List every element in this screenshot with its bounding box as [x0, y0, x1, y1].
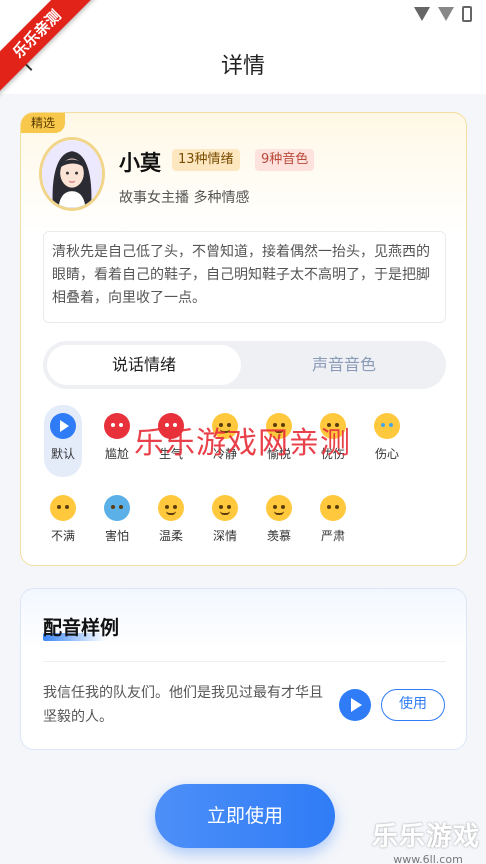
brand-watermark-text: 乐乐游戏	[372, 822, 481, 852]
avatar-portrait	[42, 140, 102, 208]
sample-text: 我信任我的队友们。他们是我见过最有才华且坚毅的人。	[43, 685, 323, 725]
emotion-label: 羡慕	[266, 529, 291, 543]
status-icons	[414, 6, 472, 22]
emotion-gentle[interactable]: 温柔	[151, 495, 191, 544]
angry-face-icon	[104, 413, 130, 439]
play-icon[interactable]	[339, 689, 371, 721]
tab-speech-emotion[interactable]: 说话情绪	[47, 345, 241, 385]
emotion-count-tag: 13种情绪	[172, 149, 240, 171]
smile-face-icon	[266, 495, 292, 521]
emotion-default[interactable]: 默认	[44, 405, 82, 477]
voice-subtitle: 故事女主播 多种情感	[119, 190, 250, 206]
crying-face-icon	[374, 413, 400, 439]
voice-card: 精选 小莫 13种情绪 9种音色 故事女主播 多种情感 清秋先是自己低了头，不曾…	[20, 112, 467, 566]
nav-bar: 详情	[0, 32, 486, 94]
tab-voice-tone[interactable]: 声音音色	[247, 345, 441, 385]
brand-watermark: 乐乐游戏 www.6ll.com	[372, 816, 484, 864]
neutral-face-icon	[320, 495, 346, 521]
thinking-face-icon	[50, 495, 76, 521]
signal-icon	[438, 7, 454, 21]
emotion-label: 尴尬	[104, 447, 129, 461]
tab-switcher: 说话情绪 声音音色	[43, 341, 446, 389]
scared-face-icon	[104, 495, 130, 521]
emotion-awkward[interactable]: 尴尬	[97, 413, 137, 462]
use-now-button[interactable]: 立即使用	[155, 784, 335, 848]
tone-count-tag: 9种音色	[255, 149, 315, 171]
emotion-label: 严肃	[320, 529, 345, 543]
center-watermark: 乐乐游戏网亲测	[134, 426, 351, 461]
emotion-label: 害怕	[104, 529, 129, 543]
play-icon	[50, 413, 76, 439]
sample-quote: 清秋先是自己低了头，不曾知道，接着偶然一抬头，见燕西的眼睛，看着自己的鞋子，自己…	[43, 231, 446, 323]
emotion-serious[interactable]: 严肃	[313, 495, 353, 544]
sample-card: 配音样例 我信任我的队友们。他们是我见过最有才华且坚毅的人。 使用	[20, 588, 467, 750]
emotion-envious[interactable]: 羡慕	[259, 495, 299, 544]
avatar	[39, 137, 105, 211]
voice-name: 小莫	[119, 151, 161, 175]
emotion-affectionate[interactable]: 深情	[205, 495, 245, 544]
page-title: 详情	[220, 54, 265, 79]
emotion-scared[interactable]: 害怕	[97, 495, 137, 544]
emotion-label: 默认	[50, 447, 75, 461]
divider	[43, 661, 446, 662]
wifi-icon	[414, 7, 430, 21]
battery-icon	[462, 6, 472, 22]
emotion-label: 不满	[50, 529, 75, 543]
brand-watermark-url: www.6ll.com	[393, 853, 463, 864]
emotion-sad[interactable]: 伤心	[367, 413, 407, 462]
emotion-label: 伤心	[374, 447, 399, 461]
smile-face-icon	[158, 495, 184, 521]
smile-face-icon	[212, 495, 238, 521]
emotion-label: 深情	[212, 529, 237, 543]
emotion-label: 温柔	[158, 529, 183, 543]
use-button[interactable]: 使用	[381, 689, 445, 721]
sample-title: 配音样例	[43, 617, 120, 639]
emotion-dissatisfied[interactable]: 不满	[43, 495, 83, 544]
featured-badge: 精选	[21, 113, 65, 133]
